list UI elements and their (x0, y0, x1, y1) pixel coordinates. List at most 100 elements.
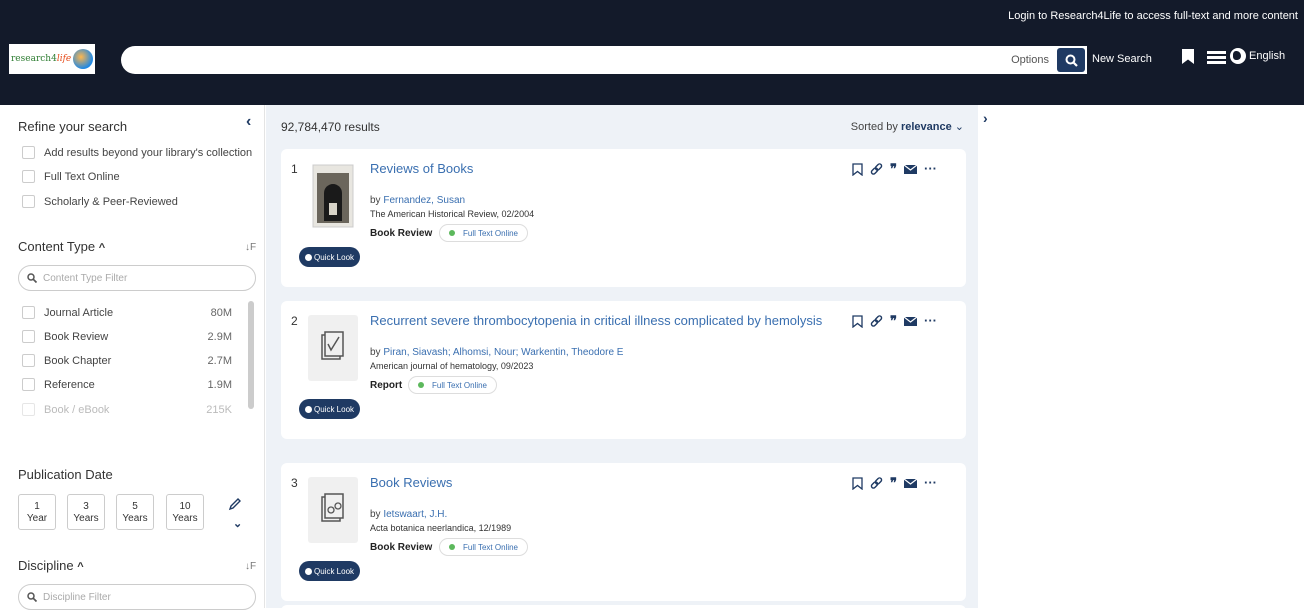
checkbox[interactable] (22, 330, 35, 343)
link-icon[interactable] (870, 476, 883, 490)
result-actions: ❞ ··· (852, 314, 937, 328)
content-type-label: Journal Article (44, 306, 114, 319)
quick-look-icon (305, 567, 312, 575)
language-selector[interactable]: English (1230, 48, 1285, 64)
menu-hamburger-icon[interactable] (1207, 51, 1226, 64)
cite-quote-icon[interactable]: ❞ (890, 314, 897, 328)
research4life-logo[interactable]: research4life (9, 44, 95, 74)
refine-option-label: Scholarly & Peer-Reviewed (44, 195, 178, 208)
result-byline: by Ietswaart, J.H. (370, 509, 447, 520)
date-range-button[interactable]: 3 Years (67, 494, 105, 530)
content-type-count: 80M (210, 306, 232, 319)
checkbox[interactable] (22, 195, 35, 208)
result-card: 2 Recurrent severe thrombocytopenia in c… (281, 301, 966, 439)
cite-quote-icon[interactable]: ❞ (890, 162, 897, 176)
bookmark-icon[interactable] (852, 476, 863, 490)
checkbox[interactable] (22, 306, 35, 319)
more-options-ellipsis-icon[interactable]: ··· (924, 314, 937, 328)
more-options-ellipsis-icon[interactable]: ··· (924, 162, 937, 176)
top-header: Login to Research4Life to access full-te… (0, 0, 1304, 105)
content-type-scrollbar[interactable] (248, 301, 254, 409)
cite-quote-icon[interactable]: ❞ (890, 476, 897, 490)
expand-panel-chevron-right-icon[interactable]: › (983, 110, 988, 126)
search-button[interactable] (1057, 48, 1085, 72)
content-type-item[interactable]: Book Chapter 2.7M (22, 354, 232, 367)
quick-look-button[interactable]: Quick Look (299, 399, 361, 419)
date-range-button[interactable]: 5 Years (116, 494, 154, 530)
result-count: 92,784,470 results (281, 120, 380, 134)
login-message-link[interactable]: Login to Research4Life to access full-te… (1008, 10, 1298, 22)
date-range-button[interactable]: 10 Years (166, 494, 204, 530)
result-authors-link[interactable]: Ietswaart, J.H. (383, 509, 447, 520)
checkbox[interactable] (22, 403, 35, 416)
date-range-button[interactable]: 1 Year (18, 494, 56, 530)
search-input[interactable] (135, 50, 995, 70)
bookmark-icon[interactable] (852, 162, 863, 176)
logo-globe-icon (73, 49, 94, 69)
full-text-online-badge[interactable]: Full Text Online (439, 224, 528, 242)
content-type-item[interactable]: Reference 1.9M (22, 378, 232, 391)
sort-value: relevance (900, 121, 952, 133)
discipline-filter-input[interactable]: Discipline Filter (18, 584, 256, 610)
refine-option-full-text-online[interactable]: Full Text Online (22, 170, 120, 183)
chevron-down-icon[interactable]: ⌄ (233, 517, 242, 530)
checkbox[interactable] (22, 146, 35, 159)
sort-filter-icon[interactable]: ↓F (245, 242, 256, 253)
full-text-label: Full Text Online (463, 542, 518, 552)
content-type-item[interactable]: Book / eBook 215K (22, 403, 232, 416)
result-title-link[interactable]: Book Reviews (370, 475, 452, 490)
search-icon (1065, 54, 1078, 67)
content-type-item[interactable]: Journal Article 80M (22, 306, 232, 319)
edit-pencil-icon[interactable] (228, 497, 242, 511)
refine-option-beyond-library[interactable]: Add results beyond your library's collec… (22, 146, 252, 159)
globe-icon (1230, 48, 1246, 64)
checkbox[interactable] (22, 354, 35, 367)
book-cover-thumbnail[interactable] (307, 163, 359, 229)
by-label: by (370, 347, 381, 358)
more-options-ellipsis-icon[interactable]: ··· (924, 476, 937, 490)
result-title-link[interactable]: Recurrent severe thrombocytopenia in cri… (370, 313, 822, 328)
collapse-sidebar-chevron-left-icon[interactable]: ‹ (246, 113, 251, 131)
link-icon[interactable] (870, 162, 883, 176)
content-type-count: 2.7M (207, 354, 232, 367)
sort-selector[interactable]: Sorted by relevance ⌄ (851, 120, 964, 133)
content-type-label: Reference (44, 378, 95, 391)
quick-look-button[interactable]: Quick Look (299, 247, 361, 267)
report-document-icon[interactable] (307, 315, 359, 381)
bookmark-icon[interactable] (852, 314, 863, 328)
full-text-online-badge[interactable]: Full Text Online (439, 538, 528, 556)
refine-option-peer-reviewed[interactable]: Scholarly & Peer-Reviewed (22, 195, 178, 208)
result-byline: by Piran, Siavash; Alhomsi, Nour; Warken… (370, 347, 623, 358)
content-type-filter-input[interactable]: Content Type Filter (18, 265, 256, 291)
checkbox[interactable] (22, 378, 35, 391)
result-authors-link[interactable]: Fernandez, Susan (383, 195, 465, 206)
content-type-item[interactable]: Book Review 2.9M (22, 330, 232, 343)
full-text-online-badge[interactable]: Full Text Online (408, 376, 497, 394)
result-actions: ❞ ··· (852, 476, 937, 490)
result-title-link[interactable]: Reviews of Books (370, 161, 473, 176)
sort-filter-icon[interactable]: ↓F (245, 561, 256, 572)
refine-title: Refine your search (18, 119, 128, 134)
quick-look-button[interactable]: Quick Look (299, 561, 361, 581)
result-number: 1 (291, 162, 298, 176)
date-range-unit: Years (122, 513, 148, 524)
email-icon[interactable] (904, 164, 917, 174)
link-icon[interactable] (870, 314, 883, 328)
by-label: by (370, 509, 381, 520)
content-type-count: 2.9M (207, 330, 232, 343)
email-icon[interactable] (904, 316, 917, 326)
filter-placeholder: Content Type Filter (43, 272, 128, 284)
search-options-button[interactable]: Options (1011, 54, 1049, 66)
quick-look-icon (305, 253, 312, 261)
date-range-unit: Year (26, 513, 48, 524)
email-icon[interactable] (904, 478, 917, 488)
checkbox[interactable] (22, 170, 35, 183)
discipline-header[interactable]: Discipline ^ (18, 558, 84, 573)
new-search-link[interactable]: New Search (1092, 53, 1152, 65)
publication-date-header: Publication Date (18, 467, 113, 482)
availability-dot-icon (449, 544, 455, 550)
saved-items-bookmark-icon[interactable] (1182, 49, 1194, 64)
result-authors-link[interactable]: Piran, Siavash; Alhomsi, Nour; Warkentin… (383, 347, 623, 358)
book-review-document-icon[interactable] (307, 477, 359, 543)
content-type-header[interactable]: Content Type ^ (18, 239, 105, 254)
